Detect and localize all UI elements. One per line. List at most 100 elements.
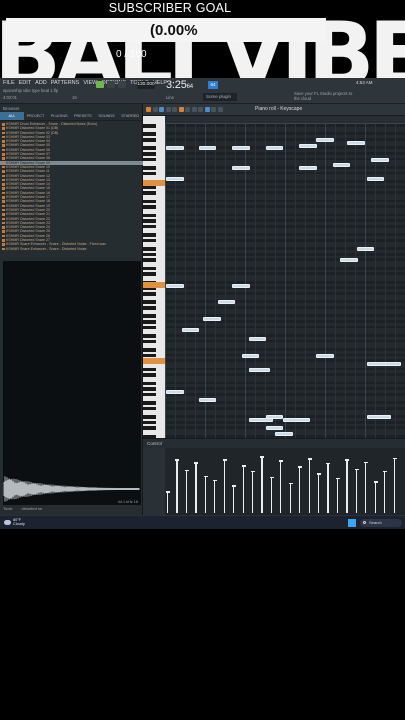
velocity-handle[interactable] [392, 457, 397, 460]
velocity-editor[interactable] [165, 448, 405, 515]
piano-roll-note[interactable] [249, 418, 274, 422]
velocity-bar[interactable] [355, 470, 357, 513]
velocity-handle[interactable] [213, 479, 218, 482]
black-key[interactable] [143, 348, 156, 352]
black-key[interactable] [143, 381, 156, 386]
black-key[interactable] [143, 306, 156, 310]
browser-tab-plugins[interactable]: PLUGINS [47, 112, 71, 120]
piano-roll-timeline[interactable] [165, 116, 405, 124]
piano-roll-note[interactable] [371, 157, 389, 162]
playback-tool-icon[interactable] [191, 107, 197, 112]
play-button[interactable] [96, 81, 104, 88]
black-key[interactable] [143, 420, 156, 425]
black-key[interactable] [143, 219, 156, 223]
velocity-bar[interactable] [261, 457, 263, 513]
velocity-handle[interactable] [354, 468, 359, 471]
velocity-handle[interactable] [364, 461, 369, 464]
black-key[interactable] [143, 325, 156, 330]
black-key[interactable] [143, 406, 156, 411]
piano-roll-note[interactable] [198, 398, 216, 403]
black-key[interactable] [143, 224, 156, 229]
highlighted-key[interactable] [143, 358, 165, 364]
pattern-selector[interactable]: Some plugin [203, 93, 237, 101]
velocity-bar[interactable] [308, 459, 310, 513]
black-key[interactable] [143, 199, 156, 204]
velocity-bar[interactable] [185, 471, 188, 513]
piano-roll-note[interactable] [249, 336, 267, 341]
chord-icon[interactable] [217, 107, 223, 112]
piano-roll-note[interactable] [181, 328, 200, 333]
black-key[interactable] [143, 132, 156, 136]
piano-roll-note[interactable] [316, 353, 334, 358]
windows-start-icon[interactable] [348, 519, 356, 527]
piano-roll-note[interactable] [282, 418, 311, 422]
browser-tab-starred[interactable]: STARRED [118, 112, 142, 120]
black-key[interactable] [143, 238, 156, 243]
menu-item-edit[interactable]: EDIT [19, 80, 32, 86]
velocity-handle[interactable] [383, 470, 388, 473]
piano-roll-note[interactable] [366, 177, 384, 182]
browser-tab-all[interactable]: ALL [0, 112, 24, 120]
velocity-handle[interactable] [166, 491, 170, 493]
velocity-bar[interactable] [195, 463, 197, 513]
stamp-icon[interactable] [211, 107, 216, 112]
pattern-line-mode[interactable]: Line [166, 95, 174, 100]
velocity-handle[interactable] [317, 473, 322, 475]
black-key[interactable] [143, 185, 156, 190]
black-key[interactable] [143, 392, 156, 397]
piano-roll-note[interactable] [265, 146, 284, 151]
velocity-handle[interactable] [345, 459, 350, 461]
black-key[interactable] [143, 266, 156, 271]
piano-roll-note[interactable] [166, 283, 184, 288]
velocity-bar[interactable] [251, 472, 254, 513]
piano-roll-note[interactable] [166, 390, 184, 394]
slice-tool-icon[interactable] [172, 107, 177, 112]
velocity-handle[interactable] [260, 456, 265, 458]
highlighted-key[interactable] [143, 180, 165, 186]
velocity-handle[interactable] [194, 462, 199, 464]
velocity-handle[interactable] [298, 466, 303, 468]
velocity-handle[interactable] [184, 469, 189, 472]
velocity-handle[interactable] [241, 465, 246, 467]
velocity-handle[interactable] [203, 475, 208, 478]
piano-roll-note[interactable] [198, 146, 216, 151]
black-key[interactable] [143, 205, 156, 209]
piano-roll-note[interactable] [166, 177, 184, 182]
piano-roll-note[interactable] [203, 317, 221, 322]
tempo-display[interactable]: 130.000 [137, 81, 155, 89]
velocity-handle[interactable] [175, 459, 180, 461]
piano-roll-note[interactable] [366, 415, 391, 420]
black-key[interactable] [143, 124, 156, 128]
weather-widget[interactable]: 80°F Cloudy [4, 518, 25, 526]
piano-roll-note[interactable] [340, 258, 358, 263]
velocity-bar[interactable] [233, 486, 235, 513]
black-key[interactable] [143, 166, 156, 170]
piano-roll-note[interactable] [366, 362, 402, 366]
velocity-bar[interactable] [346, 460, 348, 513]
velocity-bar[interactable] [299, 467, 301, 513]
velocity-bar[interactable] [167, 492, 169, 513]
snap-icon[interactable] [198, 107, 203, 112]
velocity-handle[interactable] [335, 477, 340, 480]
velocity-bar[interactable] [289, 484, 291, 513]
piano-roll-note[interactable] [299, 143, 317, 148]
velocity-bar[interactable] [204, 477, 206, 513]
black-key[interactable] [143, 415, 156, 419]
velocity-bar[interactable] [374, 482, 376, 513]
velocity-bar[interactable] [242, 466, 244, 513]
black-key[interactable] [143, 233, 156, 237]
velocity-handle[interactable] [373, 481, 378, 483]
black-key[interactable] [143, 334, 156, 338]
draw-tool-icon[interactable] [146, 107, 151, 112]
velocity-bar[interactable] [327, 464, 329, 513]
piano-keyboard[interactable] [143, 116, 165, 444]
black-key[interactable] [143, 258, 156, 262]
black-key[interactable] [143, 367, 156, 372]
stop-button[interactable] [107, 81, 115, 88]
piano-roll-note[interactable] [333, 163, 351, 168]
velocity-bar[interactable] [336, 479, 339, 513]
velocity-handle[interactable] [222, 459, 227, 461]
menu-item-patterns[interactable]: PATTERNS [51, 80, 80, 86]
velocity-handle[interactable] [279, 460, 284, 462]
piano-roll-note[interactable] [357, 247, 375, 252]
